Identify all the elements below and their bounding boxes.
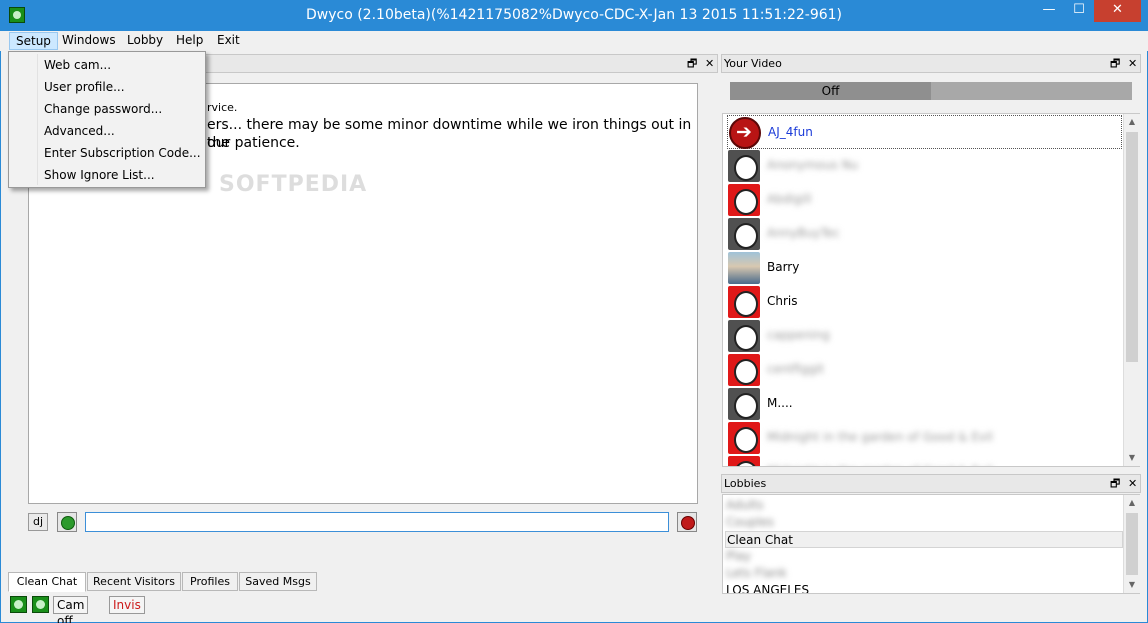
user-list-item[interactable]: cappening xyxy=(727,319,1122,353)
restore-icon[interactable]: 🗗 xyxy=(1110,55,1120,72)
user-list[interactable]: AJ_4fun Anonymous Nu Abdigill AnnyBuyTec Bar… xyxy=(722,113,1140,467)
menu-setup[interactable]: Setup xyxy=(9,32,58,50)
tab-clean-chat[interactable]: Clean Chat xyxy=(8,572,86,592)
title-bar: Dwyco (2.10beta)(%1421175082%Dwyco-CDC-X… xyxy=(0,0,1148,31)
lobby-item[interactable]: Adults xyxy=(725,497,1123,514)
user-list-item[interactable]: Midnight in the garden of Good & Evil xyxy=(727,455,1122,466)
user-name: centfiggit xyxy=(767,362,825,376)
menu-gutter xyxy=(37,54,38,185)
tab-profiles[interactable]: Profiles xyxy=(182,572,238,591)
lobby-item[interactable]: Clean Chat xyxy=(725,531,1123,548)
avatar xyxy=(728,252,760,284)
chat-message-line: our patience. xyxy=(207,135,300,151)
menu-lobby[interactable]: Lobby xyxy=(121,32,169,50)
menu-item-web-cam[interactable]: Web cam... xyxy=(44,58,111,72)
maximize-button[interactable]: ☐ xyxy=(1064,0,1094,22)
tab-recent-visitors[interactable]: Recent Visitors xyxy=(87,572,181,591)
lobbies-panel-title: Lobbies xyxy=(724,477,767,490)
menu-item-advanced[interactable]: Advanced... xyxy=(44,124,115,138)
invis-button[interactable]: Invis xyxy=(109,596,145,614)
send-icon[interactable] xyxy=(57,512,77,532)
user-list-item[interactable]: M.... xyxy=(727,387,1122,421)
chat-input[interactable] xyxy=(85,512,669,532)
user-tag[interactable]: dj xyxy=(28,513,48,531)
menu-item-user-profile[interactable]: User profile... xyxy=(44,80,125,94)
cam-off-button[interactable]: Cam off xyxy=(53,596,89,623)
mute-icon[interactable] xyxy=(677,512,697,532)
lobby-item[interactable]: Play xyxy=(725,548,1123,565)
user-list-item[interactable]: AJ_4fun xyxy=(727,115,1122,149)
video-status-fill: Off xyxy=(730,82,931,100)
user-list-item[interactable]: Midnight in the garden of Good & Evil xyxy=(727,421,1122,455)
menu-windows[interactable]: Windows xyxy=(56,32,122,50)
user-name: Abdigill xyxy=(767,192,812,206)
lobby-list-scrollbar[interactable]: ▲ ▼ xyxy=(1123,495,1140,593)
user-name: Anonymous Nu xyxy=(767,158,859,172)
user-name: Midnight in the garden of Good & Evil xyxy=(767,464,993,466)
menu-item-ignore-list[interactable]: Show Ignore List... xyxy=(44,168,155,182)
arrow-avatar-icon xyxy=(729,117,761,149)
user-list-item[interactable]: Anonymous Nu xyxy=(727,149,1122,183)
lobby-item[interactable]: Couples xyxy=(725,514,1123,531)
user-name: M.... xyxy=(767,396,793,410)
avatar xyxy=(728,286,760,318)
lobby-item[interactable]: LOS ANGELES xyxy=(725,582,1123,593)
lobby-list[interactable]: Adults Couples Clean Chat Play Lets Flank LOS… xyxy=(722,494,1140,594)
avatar xyxy=(728,422,760,454)
minimize-button[interactable]: — xyxy=(1034,0,1064,22)
avatar xyxy=(728,354,760,386)
user-name: Midnight in the garden of Good & Evil xyxy=(767,430,993,444)
avatar xyxy=(728,150,760,182)
window-title: Dwyco (2.10beta)(%1421175082%Dwyco-CDC-X… xyxy=(305,7,843,23)
avatar xyxy=(728,218,760,250)
menu-item-change-password[interactable]: Change password... xyxy=(44,102,162,116)
close-icon[interactable]: ✕ xyxy=(1128,475,1137,492)
watermark: SOFTPEDIA xyxy=(219,172,368,197)
user-name: Barry xyxy=(767,260,800,274)
menu-exit[interactable]: Exit xyxy=(211,32,246,50)
video-panel-title: Your Video xyxy=(724,57,782,70)
scroll-thumb[interactable] xyxy=(1126,513,1138,575)
scroll-down-icon[interactable]: ▼ xyxy=(1124,577,1140,593)
avatar xyxy=(728,456,760,466)
scroll-down-icon[interactable]: ▼ xyxy=(1124,450,1140,466)
video-status-bar[interactable]: Off xyxy=(730,82,1132,100)
menu-bar: Setup Windows Lobby Help Exit xyxy=(0,31,1148,51)
user-list-item[interactable]: Chris xyxy=(727,285,1122,319)
video-panel-header: Your Video 🗗 ✕ xyxy=(721,54,1141,73)
setup-menu: Web cam... User profile... Change passwo… xyxy=(8,51,206,188)
avatar xyxy=(728,320,760,352)
presence-icon[interactable] xyxy=(32,596,49,613)
menu-item-subscription-code[interactable]: Enter Subscription Code... xyxy=(44,146,201,160)
user-list-item[interactable]: AnnyBuyTec xyxy=(727,217,1122,251)
scroll-up-icon[interactable]: ▲ xyxy=(1124,114,1140,130)
avatar xyxy=(728,184,760,216)
user-name: Chris xyxy=(767,294,798,308)
lobbies-panel-header: Lobbies 🗗 ✕ xyxy=(721,474,1141,493)
user-list-item[interactable]: Barry xyxy=(727,251,1122,285)
menu-help[interactable]: Help xyxy=(170,32,209,50)
scroll-thumb[interactable] xyxy=(1126,132,1138,362)
user-name: AJ_4fun xyxy=(768,125,813,139)
tab-saved-msgs[interactable]: Saved Msgs xyxy=(239,572,317,591)
restore-icon[interactable]: 🗗 xyxy=(687,55,697,72)
close-icon[interactable]: ✕ xyxy=(705,55,714,72)
avatar xyxy=(728,388,760,420)
online-status-icon[interactable] xyxy=(10,596,27,613)
user-name: cappening xyxy=(767,328,830,342)
user-name: AnnyBuyTec xyxy=(767,226,840,240)
user-list-item[interactable]: Abdigill xyxy=(727,183,1122,217)
restore-icon[interactable]: 🗗 xyxy=(1110,475,1120,492)
user-list-scrollbar[interactable]: ▲ ▼ xyxy=(1123,114,1140,466)
scroll-up-icon[interactable]: ▲ xyxy=(1124,495,1140,511)
lobby-item[interactable]: Lets Flank xyxy=(725,565,1123,582)
close-button[interactable]: ✕ xyxy=(1094,0,1141,22)
chat-text-fragment: rvice. xyxy=(207,101,238,114)
close-icon[interactable]: ✕ xyxy=(1128,55,1137,72)
user-list-item[interactable]: centfiggit xyxy=(727,353,1122,387)
